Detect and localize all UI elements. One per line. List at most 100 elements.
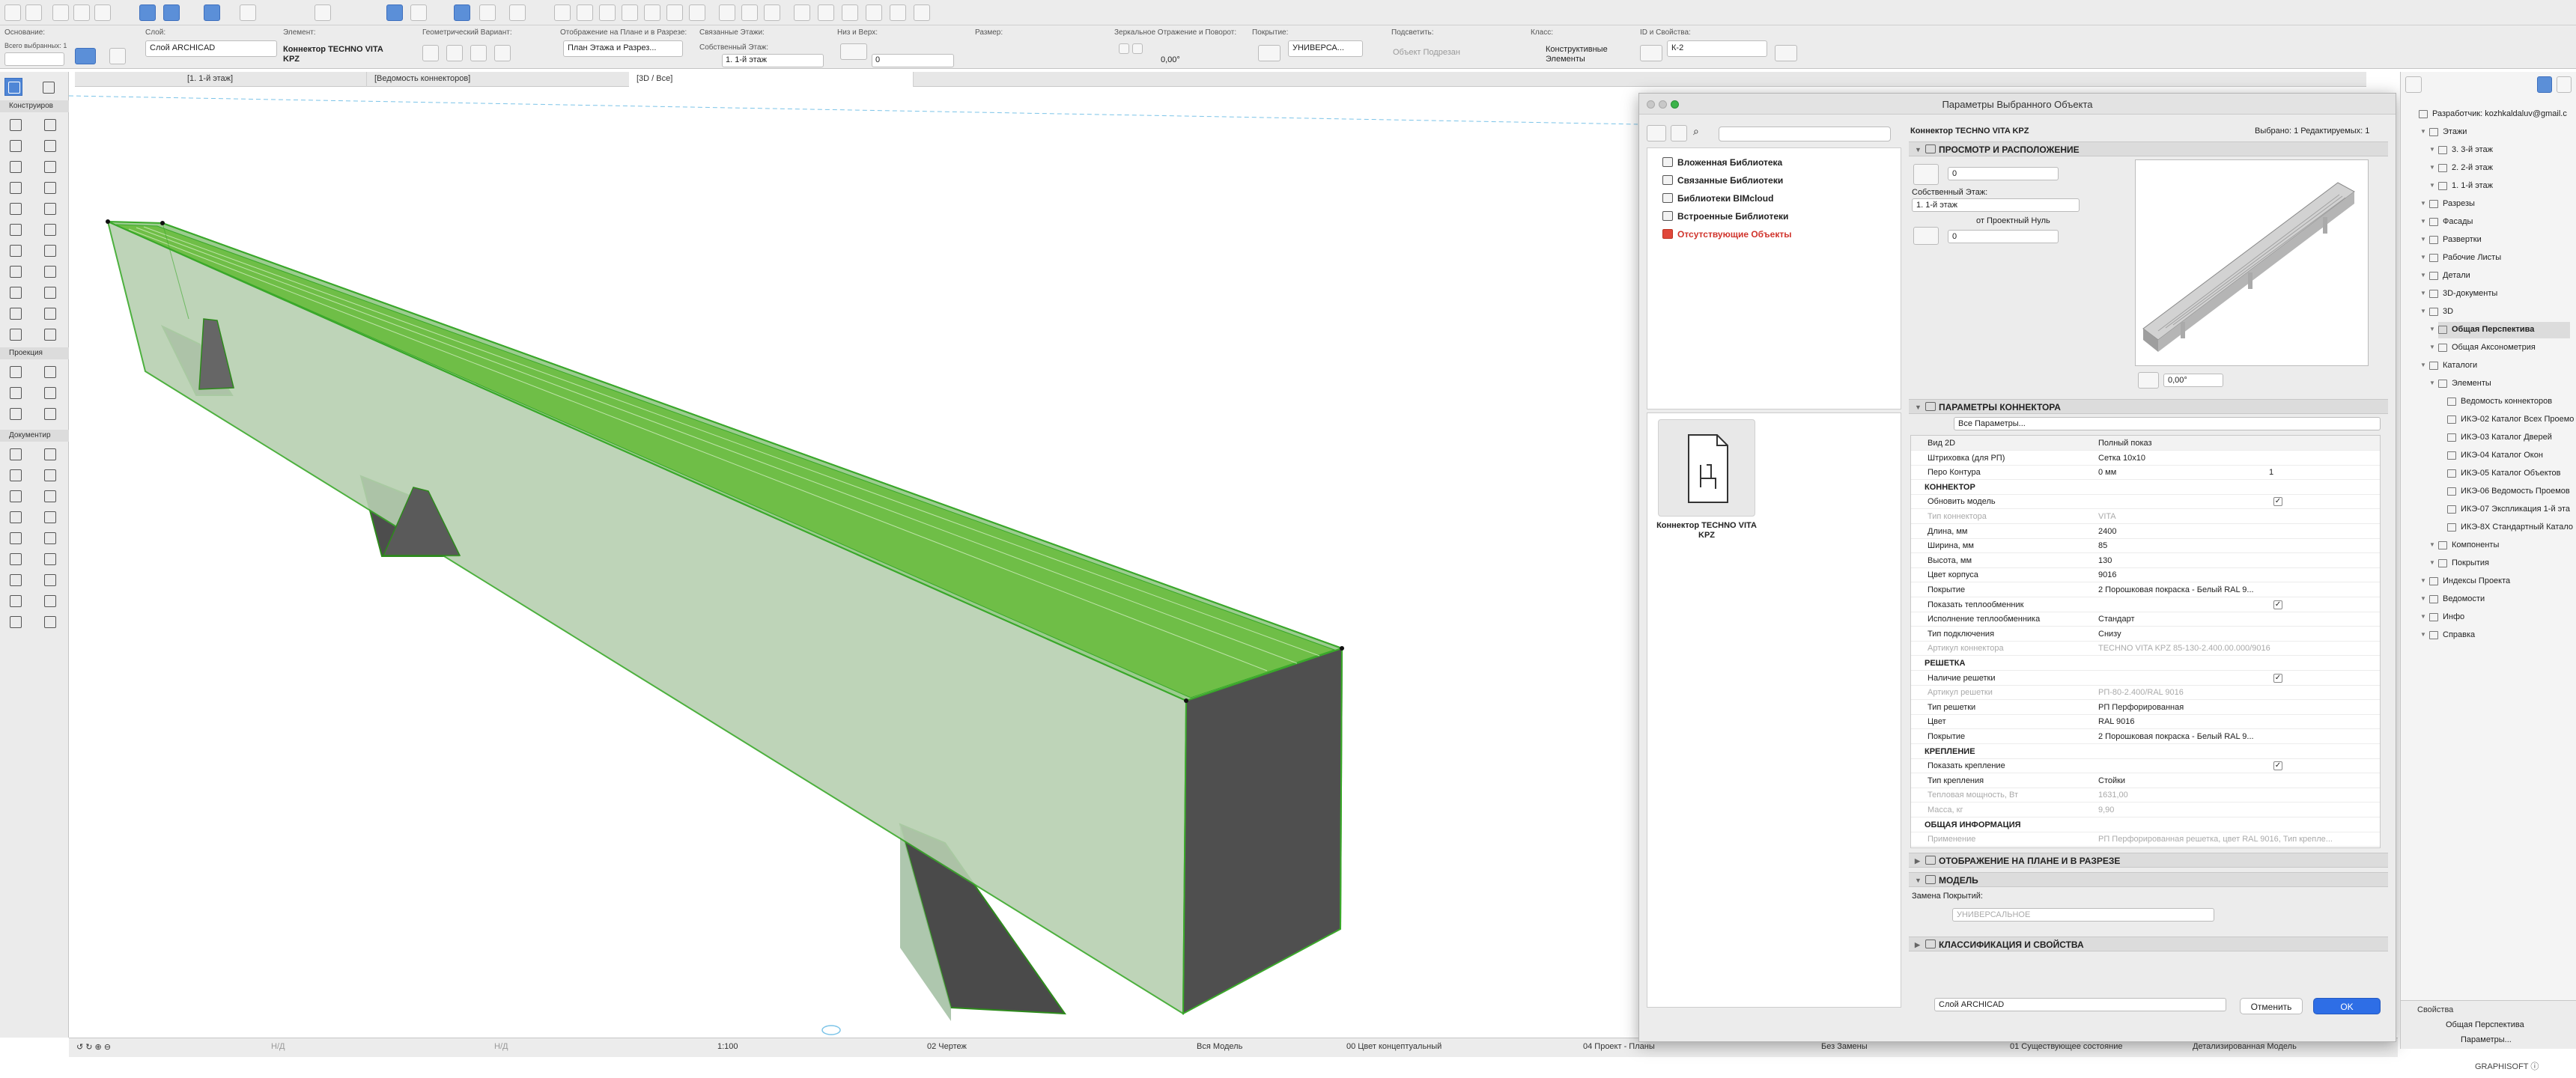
param-row[interactable]: КРЕПЛЕНИЕ [1911, 744, 2380, 759]
navigator-item[interactable]: ▼ Развертки [2420, 232, 2570, 249]
tool-button[interactable] [6, 612, 24, 630]
element-type-icon[interactable] [75, 48, 96, 64]
layout-book-icon[interactable] [2557, 76, 2572, 93]
tool-button[interactable] [6, 178, 24, 196]
tool-button[interactable] [40, 487, 58, 505]
param-row[interactable]: Тип коннектора VITA [1911, 509, 2380, 524]
navigator-item[interactable]: ИКЭ-03 Каталог Дверей [2447, 430, 2570, 446]
tool-button[interactable] [40, 508, 58, 526]
surface-icon[interactable] [1258, 45, 1281, 61]
param-value[interactable]: 130 [2098, 556, 2112, 565]
navigator-item[interactable]: ▼ Инфо [2420, 609, 2570, 626]
tool-button[interactable] [40, 178, 58, 196]
minimize-button[interactable] [1659, 100, 1667, 109]
teamwork-icon[interactable] [818, 4, 834, 21]
scale-select[interactable]: 1:100 [717, 1042, 738, 1051]
tool-button[interactable] [40, 612, 58, 630]
tool-button[interactable] [6, 262, 24, 280]
object-thumbnail[interactable] [1658, 419, 1755, 517]
override-select[interactable]: Без Замены [1821, 1042, 1868, 1051]
tool-button[interactable] [6, 466, 24, 484]
param-value[interactable]: Стойки [2098, 776, 2125, 785]
navigator-item[interactable]: ▼ Детали [2420, 268, 2570, 284]
tool-button[interactable] [6, 549, 24, 567]
navigator-item[interactable]: ▼ Ведомости [2420, 591, 2570, 608]
param-row[interactable]: Высота, мм 130 [1911, 553, 2380, 568]
tool-button[interactable] [40, 591, 58, 609]
navigator-item[interactable]: ▼ 2. 2-й этаж [2429, 160, 2570, 177]
param-row[interactable]: КОННЕКТОР [1911, 480, 2380, 495]
tool-button[interactable] [40, 157, 58, 175]
param-row[interactable]: Цвет корпуса 9016 [1911, 567, 2380, 583]
height-input[interactable]: 0 [872, 54, 954, 67]
disclosure-icon[interactable]: ▼ [2420, 290, 2426, 296]
geom-variant-4-icon[interactable] [494, 45, 511, 61]
view-mode-icons[interactable] [2111, 159, 2120, 249]
tool-button[interactable] [40, 283, 58, 301]
disclosure-icon[interactable]: ▼ [2420, 272, 2426, 278]
geom-variant-2-icon[interactable] [446, 45, 463, 61]
param-checkbox[interactable]: ✓ [2273, 673, 2282, 683]
navigator-item[interactable]: ▼ Каталоги [2420, 358, 2570, 374]
tool-button[interactable] [6, 115, 24, 133]
param-value[interactable]: Стандарт [2098, 615, 2135, 624]
disclosure-icon[interactable]: ▼ [2429, 344, 2435, 350]
hash-icon[interactable] [240, 4, 256, 21]
param-row[interactable]: Обновить модель ✓ [1911, 494, 2380, 510]
param-row[interactable]: Тепловая мощность, Вт 1631,00 [1911, 788, 2380, 803]
disclosure-icon[interactable]: ▼ [2420, 128, 2426, 135]
disclosure-icon[interactable]: ▼ [2420, 595, 2426, 602]
tool-button[interactable] [40, 199, 58, 217]
tool-button[interactable] [6, 445, 24, 463]
param-value[interactable]: РП Перфорированная [2098, 703, 2184, 712]
navigator-item[interactable]: ▼ Элементы [2429, 376, 2570, 392]
model-select[interactable]: Вся Модель [1197, 1042, 1242, 1051]
navigator-item[interactable]: ИКЭ-8Х Стандартный Катало [2447, 520, 2573, 536]
disclosure-icon[interactable]: ▼ [2429, 541, 2435, 548]
share-icon[interactable] [914, 4, 930, 21]
navigator-item[interactable]: ▼ 3. 3-й этаж [2429, 142, 2570, 159]
element-type-select[interactable] [4, 52, 64, 66]
navigator-item[interactable]: ▼ 3D-документы [2420, 286, 2570, 302]
tool-button[interactable] [6, 570, 24, 588]
param-value[interactable]: 1631,00 [2098, 791, 2128, 800]
disclosure-icon[interactable]: ▼ [2420, 254, 2426, 261]
disclosure-icon[interactable]: ▼ [2420, 308, 2426, 314]
param-row[interactable]: Штриховка (для РП) Сетка 10х10 [1911, 451, 2380, 466]
3d-viewport[interactable] [69, 87, 1638, 1038]
disclosure-icon[interactable]: ▼ [2429, 164, 2435, 171]
param-value[interactable]: RAL 9016 [2098, 717, 2135, 726]
tab-floor-plan[interactable]: [1. 1-й этаж] [180, 72, 367, 87]
disclosure-icon[interactable]: ▼ [2420, 218, 2426, 225]
ok-button[interactable]: OK [2313, 998, 2381, 1014]
disclosure-icon[interactable]: ▼ [2420, 631, 2426, 638]
all-params-select[interactable]: Все Параметры... [1954, 417, 2381, 430]
param-row[interactable]: Перо Контура 0 мм 1 [1911, 465, 2380, 481]
plan-view-icon[interactable] [386, 4, 403, 21]
arrow-tool-icon[interactable] [52, 4, 69, 21]
tool-button[interactable] [6, 157, 24, 175]
disclosure-icon[interactable]: ▼ [2429, 380, 2435, 386]
param-value[interactable]: 9016 [2098, 570, 2116, 579]
param-row[interactable]: Исполнение теплообменника Стандарт [1911, 612, 2380, 627]
view-map-icon[interactable] [2537, 76, 2552, 93]
disclosure-icon[interactable]: ▼ [2429, 146, 2435, 153]
navigator-item[interactable]: ИКЭ-04 Каталог Окон [2447, 448, 2570, 464]
marquee-tool[interactable] [39, 78, 57, 96]
param-row[interactable]: Покрытие 2 Порошковая покраска - Белый RA… [1911, 729, 2380, 744]
layer-select[interactable]: Слой ARCHICAD [145, 40, 277, 57]
close-button[interactable] [1647, 100, 1655, 109]
param-row[interactable]: Длина, мм 2400 [1911, 524, 2380, 539]
top-elevation-input[interactable]: 0 [1948, 167, 2059, 180]
section-construct[interactable]: Конструиров [0, 100, 69, 112]
disclosure-icon[interactable]: ▼ [2429, 182, 2435, 189]
param-checkbox[interactable]: ✓ [2273, 600, 2282, 609]
disclosure-icon[interactable]: ▼ [2420, 200, 2426, 207]
favorites-icon[interactable] [1671, 125, 1687, 141]
properties-icon[interactable] [1775, 45, 1797, 61]
tab-3d[interactable]: [3D / Все] [629, 72, 914, 87]
tool-button[interactable] [40, 570, 58, 588]
own-floor-select[interactable]: 1. 1-й этаж [722, 54, 824, 67]
selection-mode-icon[interactable] [139, 4, 156, 21]
tool-button[interactable] [40, 466, 58, 484]
